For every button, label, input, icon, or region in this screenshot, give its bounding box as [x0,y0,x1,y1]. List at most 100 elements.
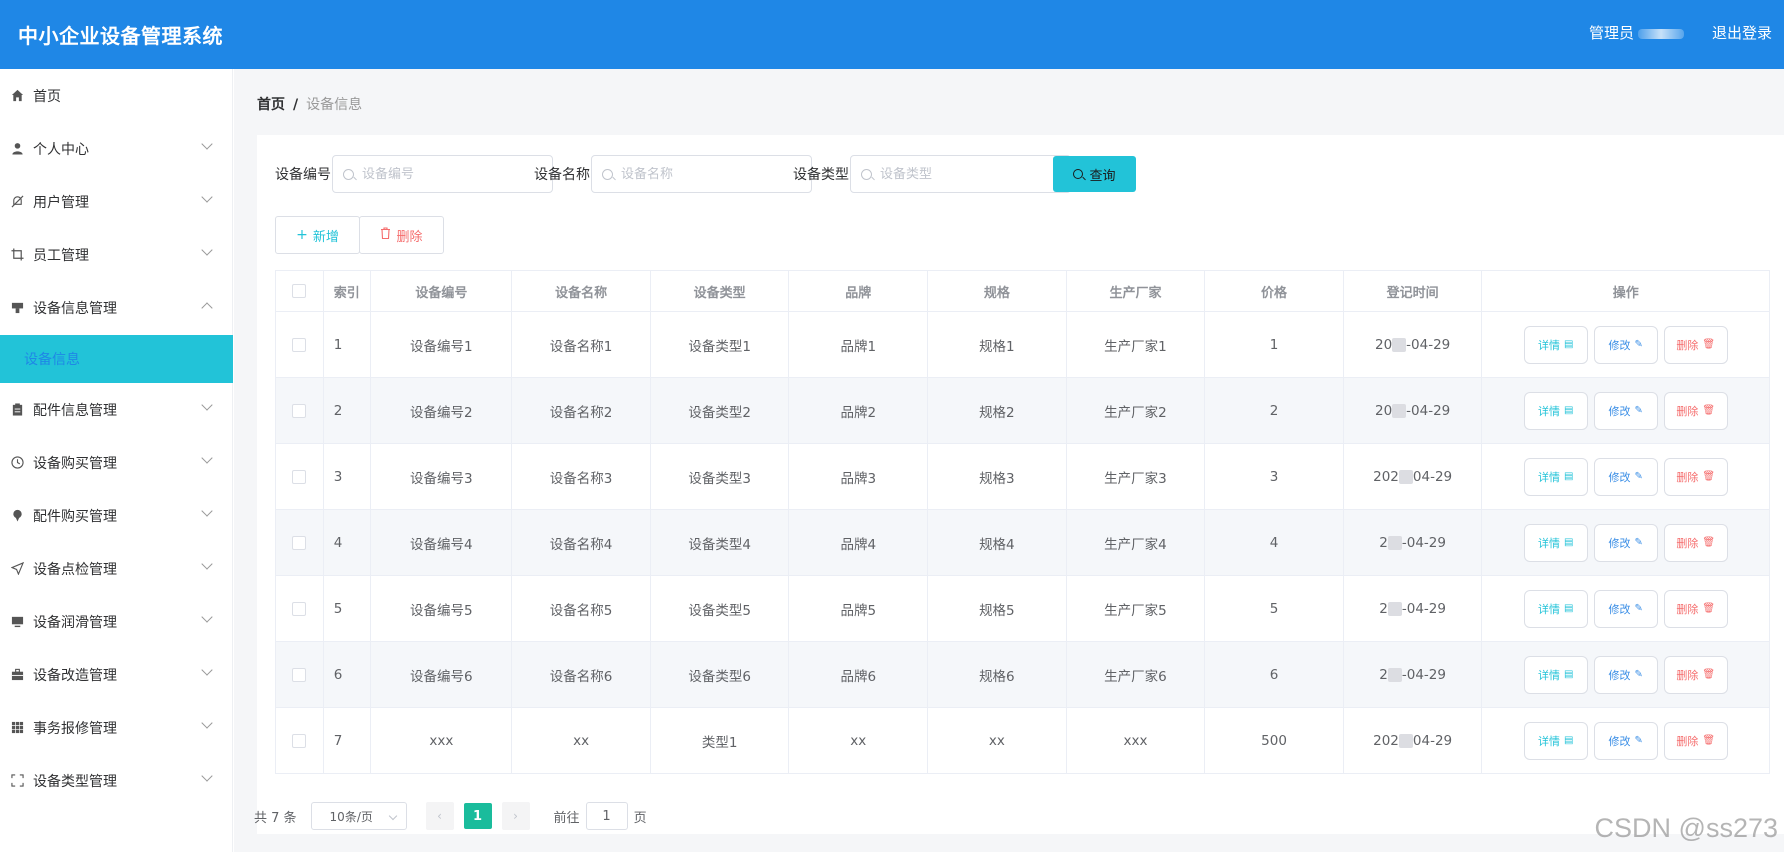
sidebar-item-home[interactable]: 首页 [0,69,233,122]
sidebar-item-device-type[interactable]: 设备类型管理 [0,754,233,807]
registration-date: 2 -04-29 [1379,601,1446,617]
edit-button[interactable]: 修改 ✎ [1593,325,1658,364]
remove-button[interactable]: 删除 🗑 [1663,391,1728,430]
cell-date: 2 -04-29 [1342,575,1483,642]
trash-icon: 🗑 [1702,339,1716,350]
prev-page-button[interactable]: ‹ [425,802,454,830]
batch-delete-button[interactable]: 删除 [359,216,444,254]
search-icon [861,168,872,180]
bell-off-icon [10,195,24,209]
remove-button[interactable]: 删除 🗑 [1663,325,1728,364]
cell-date: 2 -04-29 [1342,509,1483,576]
document-icon: ▤ [1563,537,1574,548]
breadcrumb-current: 设备信息 [306,97,363,113]
edit-button[interactable]: 修改 ✎ [1593,655,1658,694]
sidebar-subitem-device-info[interactable]: 设备信息 [0,335,233,383]
query-button[interactable]: 查询 [1053,156,1136,192]
date-prefix: 202 [1373,732,1399,749]
row-checkbox[interactable] [292,535,307,550]
sidebar-item-staff[interactable]: 员工管理 [0,228,233,281]
date-prefix: 2 [1379,534,1388,551]
column-header: 登记时间 [1342,270,1483,312]
cell-price: 1 [1204,311,1344,378]
page-number-1[interactable]: 1 [463,803,492,829]
sidebar-item-parts-info[interactable]: 配件信息管理 [0,383,233,436]
edit-button[interactable]: 修改 ✎ [1593,721,1658,760]
cell-date: 20 -04-29 [1342,311,1483,378]
column-header: 设备类型 [649,270,790,312]
row-checkbox[interactable] [292,667,307,682]
trash-icon [380,227,391,243]
sidebar-item-lubrication[interactable]: 设备润滑管理 [0,595,233,648]
remove-button[interactable]: 删除 🗑 [1663,523,1728,562]
device-type-field[interactable] [880,166,1060,182]
cell-date: 20 -04-29 [1342,377,1483,444]
device-code-field[interactable] [362,166,542,182]
edit-button[interactable]: 修改 ✎ [1593,457,1658,496]
row-checkbox[interactable] [292,601,307,616]
sidebar-item-users[interactable]: 用户管理 [0,175,233,228]
detail-button[interactable]: 详情 ▤ [1523,655,1588,694]
document-icon: ▤ [1563,471,1574,482]
row-select-cell [275,509,324,576]
device-name-field[interactable] [621,166,801,182]
device-name-input[interactable] [591,155,812,193]
row-checkbox[interactable] [292,733,307,748]
table-row: 5 设备编号5 设备名称5 设备类型5 品牌5 规格5 生产厂家5 5 2 -04-29 详情 ▤ 修改… [275,575,1770,642]
cell-code: xxx [370,707,513,774]
sidebar-item-label: 配件信息管理 [33,402,117,419]
row-select-cell [275,575,324,642]
sidebar-item-inspection[interactable]: 设备点检管理 [0,542,233,595]
date-suffix: -04-29 [1406,402,1451,419]
goto-page-input[interactable] [585,802,628,830]
cell-index: 7 [322,707,372,774]
cell-name: xx [511,707,651,774]
row-checkbox[interactable] [292,403,307,418]
detail-button[interactable]: 详情 ▤ [1523,457,1588,496]
breadcrumb-home[interactable]: 首页 [257,97,285,113]
detail-button[interactable]: 详情 ▤ [1523,391,1588,430]
add-button[interactable]: + 新增 [275,216,360,254]
detail-button[interactable]: 详情 ▤ [1523,325,1588,364]
edit-button[interactable]: 修改 ✎ [1593,523,1658,562]
sidebar: 首页 个人中心 用户管理 员工管理 设备信息管理 设备信息 配件信息管理 设备购… [0,69,233,852]
device-type-input[interactable] [850,155,1071,193]
watermark: CSDN @ss273 [1594,813,1778,843]
cell-index: 1 [322,311,372,378]
logout-button[interactable]: 退出登录 [1712,22,1772,43]
edit-button[interactable]: 修改 ✎ [1593,589,1658,628]
sidebar-item-repair[interactable]: 事务报修管理 [0,701,233,754]
cell-code: 设备编号3 [370,443,513,510]
remove-button[interactable]: 删除 🗑 [1663,655,1728,694]
app-header: 中小企业设备管理系统 管理员 退出登录 [0,0,1784,69]
next-page-button[interactable]: › [501,802,530,830]
cell-actions: 详情 ▤ 修改 ✎ 删除 🗑 [1481,443,1770,510]
page-size-select[interactable]: 10条/页 [310,802,407,830]
sidebar-item-device-info[interactable]: 设备信息管理 [0,281,233,334]
cell-actions: 详情 ▤ 修改 ✎ 删除 🗑 [1481,377,1770,444]
chevron-down-icon [201,664,213,676]
select-all-checkbox[interactable] [292,284,307,298]
sidebar-item-personal[interactable]: 个人中心 [0,122,233,175]
detail-button[interactable]: 详情 ▤ [1523,721,1588,760]
row-checkbox[interactable] [292,337,307,352]
briefcase-icon [10,668,24,682]
registration-date: 2 -04-29 [1379,667,1446,683]
device-code-input[interactable] [332,155,553,193]
sidebar-item-parts-purchase[interactable]: 配件购买管理 [0,489,233,542]
remove-button[interactable]: 删除 🗑 [1663,589,1728,628]
trash-icon: 🗑 [1702,669,1716,680]
remove-button[interactable]: 删除 🗑 [1663,457,1728,496]
detail-button[interactable]: 详情 ▤ [1523,589,1588,628]
row-select-cell [275,443,324,510]
remove-button[interactable]: 删除 🗑 [1663,721,1728,760]
trash-icon: 🗑 [1702,603,1716,614]
edit-button[interactable]: 修改 ✎ [1593,391,1658,430]
sidebar-item-device-purchase[interactable]: 设备购买管理 [0,436,233,489]
sidebar-item-renovation[interactable]: 设备改造管理 [0,648,233,701]
row-checkbox[interactable] [292,469,307,484]
cell-date: 202 04-29 [1342,707,1483,774]
detail-button[interactable]: 详情 ▤ [1523,523,1588,562]
home-icon [10,89,24,103]
cell-brand: 品牌2 [788,377,929,444]
